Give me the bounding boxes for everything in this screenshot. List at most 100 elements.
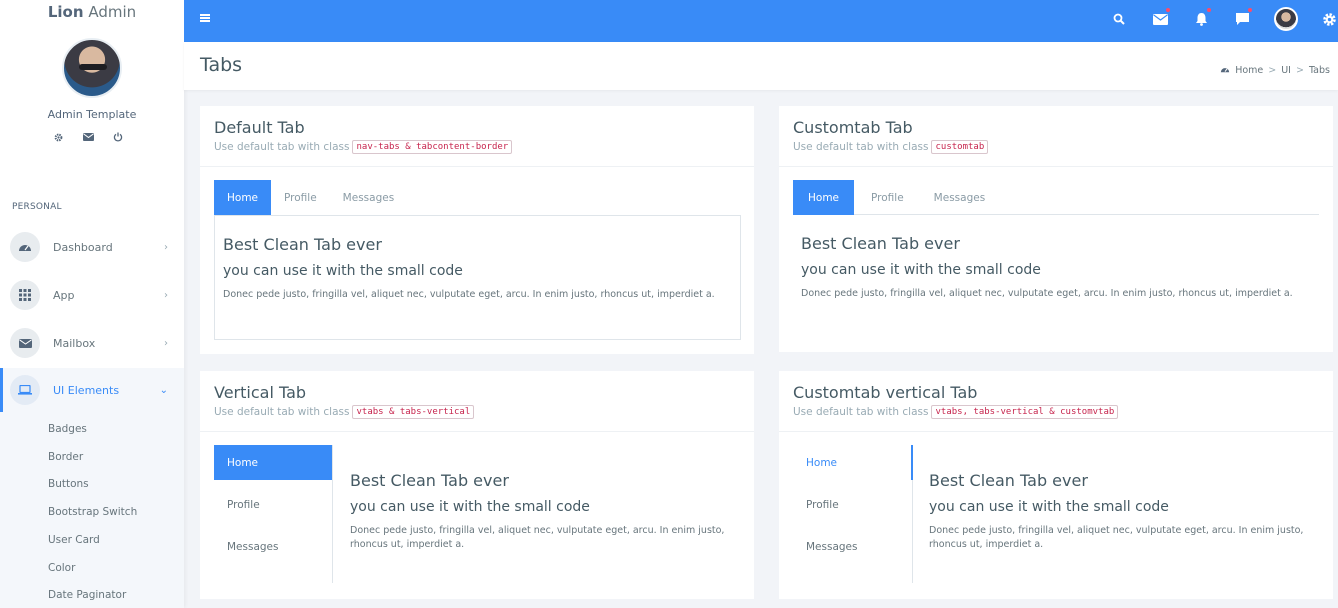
tab-home[interactable]: Home bbox=[214, 180, 272, 215]
class-code: customtab bbox=[931, 140, 989, 154]
chevron-right-icon: › bbox=[164, 241, 168, 253]
sidebar-item-label: Dashboard bbox=[53, 240, 113, 254]
class-code: vtabs, tabs-vertical & customvtab bbox=[931, 405, 1119, 419]
content-body: Donec pede justo, fringilla vel, aliquet… bbox=[350, 525, 725, 550]
user-name[interactable]: Admin Template bbox=[0, 108, 184, 121]
tab-pane: Best Clean Tab ever you can use it with … bbox=[350, 471, 730, 552]
avatar[interactable] bbox=[62, 38, 122, 98]
card-subtitle-text: Use default tab with class bbox=[793, 141, 929, 153]
vertical-tab-bar: Home Profile Messages bbox=[214, 445, 333, 583]
sub-item-date-paginator[interactable]: Date Paginator bbox=[48, 589, 126, 601]
sidebar-item-label: App bbox=[53, 288, 75, 302]
breadcrumb-home[interactable]: Home bbox=[1235, 65, 1263, 76]
breadcrumb: Home > UI > Tabs bbox=[1220, 65, 1330, 76]
card-subtitle: Use default tab with class vtabs & tabs-… bbox=[214, 405, 475, 419]
vertical-tab-bar: Home Profile Messages bbox=[793, 445, 913, 583]
card-subtitle: Use default tab with class customtab bbox=[793, 140, 989, 154]
content-subtitle: you can use it with the small code bbox=[801, 262, 1041, 278]
tab-messages[interactable]: Messages bbox=[921, 180, 999, 215]
card-subtitle: Use default tab with class nav-tabs & ta… bbox=[214, 140, 513, 154]
tab-pane: Best Clean Tab ever you can use it with … bbox=[214, 215, 741, 340]
breadcrumb-tabs: Tabs bbox=[1308, 65, 1330, 76]
content-subtitle: you can use it with the small code bbox=[223, 263, 463, 279]
sub-item-border[interactable]: Border bbox=[48, 451, 83, 463]
notification-dot bbox=[1207, 8, 1211, 12]
tab-home[interactable]: Home bbox=[214, 445, 332, 480]
chevron-right-icon: › bbox=[164, 337, 168, 349]
grid-icon bbox=[10, 280, 40, 310]
sidebar-item-label: UI Elements bbox=[53, 383, 120, 397]
content-body: Donec pede justo, fringilla vel, aliquet… bbox=[929, 525, 1304, 550]
card-subtitle-text: Use default tab with class bbox=[793, 406, 929, 418]
tab-messages[interactable]: Messages bbox=[330, 180, 408, 215]
card-title: Default Tab bbox=[214, 118, 305, 137]
dashboard-icon bbox=[1220, 65, 1230, 76]
card-customtab-vertical: Customtab vertical Tab Use default tab w… bbox=[779, 371, 1333, 599]
card-title: Customtab vertical Tab bbox=[793, 383, 978, 402]
search-icon[interactable] bbox=[1110, 10, 1128, 28]
tab-messages[interactable]: Messages bbox=[793, 529, 912, 564]
content-title: Best Clean Tab ever bbox=[223, 235, 382, 254]
tab-profile[interactable]: Profile bbox=[271, 180, 330, 215]
breadcrumb-separator: > bbox=[1295, 65, 1304, 76]
notification-dot bbox=[1166, 8, 1170, 12]
chevron-down-icon: ⌄ bbox=[159, 384, 168, 396]
brand-logo[interactable]: Lion Admin bbox=[0, 0, 184, 24]
tab-profile[interactable]: Profile bbox=[793, 487, 912, 522]
content-title: Best Clean Tab ever bbox=[350, 471, 509, 490]
sub-item-badges[interactable]: Badges bbox=[48, 423, 87, 435]
card-subtitle-text: Use default tab with class bbox=[214, 141, 350, 153]
mail-icon[interactable] bbox=[1151, 8, 1170, 28]
sub-item-color[interactable]: Color bbox=[48, 562, 75, 574]
envelope-icon bbox=[10, 328, 40, 358]
content-title: Best Clean Tab ever bbox=[929, 471, 1088, 490]
settings-icon[interactable] bbox=[52, 131, 64, 143]
breadcrumb-separator: > bbox=[1268, 65, 1277, 76]
card-subtitle: Use default tab with class vtabs, tabs-v… bbox=[793, 405, 1119, 419]
chat-icon[interactable] bbox=[1233, 8, 1252, 28]
user-actions bbox=[52, 131, 124, 143]
content-subtitle: you can use it with the small code bbox=[350, 499, 590, 515]
tab-home[interactable]: Home bbox=[793, 445, 913, 480]
menu-toggle-icon[interactable] bbox=[200, 14, 210, 22]
sub-item-buttons[interactable]: Buttons bbox=[48, 478, 89, 490]
notification-dot bbox=[1248, 8, 1252, 12]
sub-item-user-card[interactable]: User Card bbox=[48, 534, 100, 546]
laptop-icon bbox=[10, 375, 40, 405]
card-title: Vertical Tab bbox=[214, 383, 307, 402]
tab-messages[interactable]: Messages bbox=[214, 529, 332, 564]
section-label-personal: PERSONAL bbox=[12, 202, 62, 212]
tab-home[interactable]: Home bbox=[793, 180, 855, 215]
sub-menu-ui-elements: Badges Border Buttons Bootstrap Switch U… bbox=[0, 412, 184, 608]
profile-avatar[interactable] bbox=[1274, 7, 1298, 31]
tab-profile[interactable]: Profile bbox=[214, 487, 332, 522]
sidebar-item-mailbox[interactable]: Mailbox › bbox=[0, 321, 184, 365]
sub-item-bootstrap-switch[interactable]: Bootstrap Switch bbox=[48, 506, 137, 518]
brand-bold: Lion bbox=[47, 3, 84, 21]
sidebar-item-app[interactable]: App › bbox=[0, 273, 184, 317]
content-title: Best Clean Tab ever bbox=[801, 234, 960, 253]
sidebar-item-label: Mailbox bbox=[53, 336, 96, 350]
page-title-bar: Tabs Home > UI > Tabs bbox=[184, 42, 1338, 90]
brand-light: Admin bbox=[88, 3, 137, 21]
content-subtitle: you can use it with the small code bbox=[929, 499, 1169, 515]
class-code: nav-tabs & tabcontent-border bbox=[352, 140, 513, 154]
mail-icon[interactable] bbox=[82, 131, 94, 143]
card-vertical-tab: Vertical Tab Use default tab with class … bbox=[200, 371, 754, 599]
sidebar-item-ui-elements[interactable]: UI Elements ⌄ bbox=[0, 368, 184, 412]
tab-bar: Home Profile Messages bbox=[214, 180, 407, 215]
gear-icon[interactable] bbox=[1320, 10, 1338, 28]
sidebar: Lion Admin Admin Template PERSONAL Dashb… bbox=[0, 0, 184, 608]
page-title: Tabs bbox=[200, 54, 243, 76]
topbar bbox=[184, 0, 1338, 42]
power-icon[interactable] bbox=[112, 131, 124, 143]
card-customtab: Customtab Tab Use default tab with class… bbox=[779, 106, 1333, 352]
chevron-right-icon: › bbox=[164, 289, 168, 301]
breadcrumb-ui[interactable]: UI bbox=[1281, 65, 1291, 76]
sidebar-item-dashboard[interactable]: Dashboard › bbox=[0, 225, 184, 269]
tab-profile[interactable]: Profile bbox=[854, 180, 921, 215]
card-subtitle-text: Use default tab with class bbox=[214, 406, 350, 418]
dashboard-icon bbox=[10, 232, 40, 262]
tab-pane: Best Clean Tab ever you can use it with … bbox=[801, 234, 1311, 301]
bell-icon[interactable] bbox=[1192, 8, 1211, 28]
